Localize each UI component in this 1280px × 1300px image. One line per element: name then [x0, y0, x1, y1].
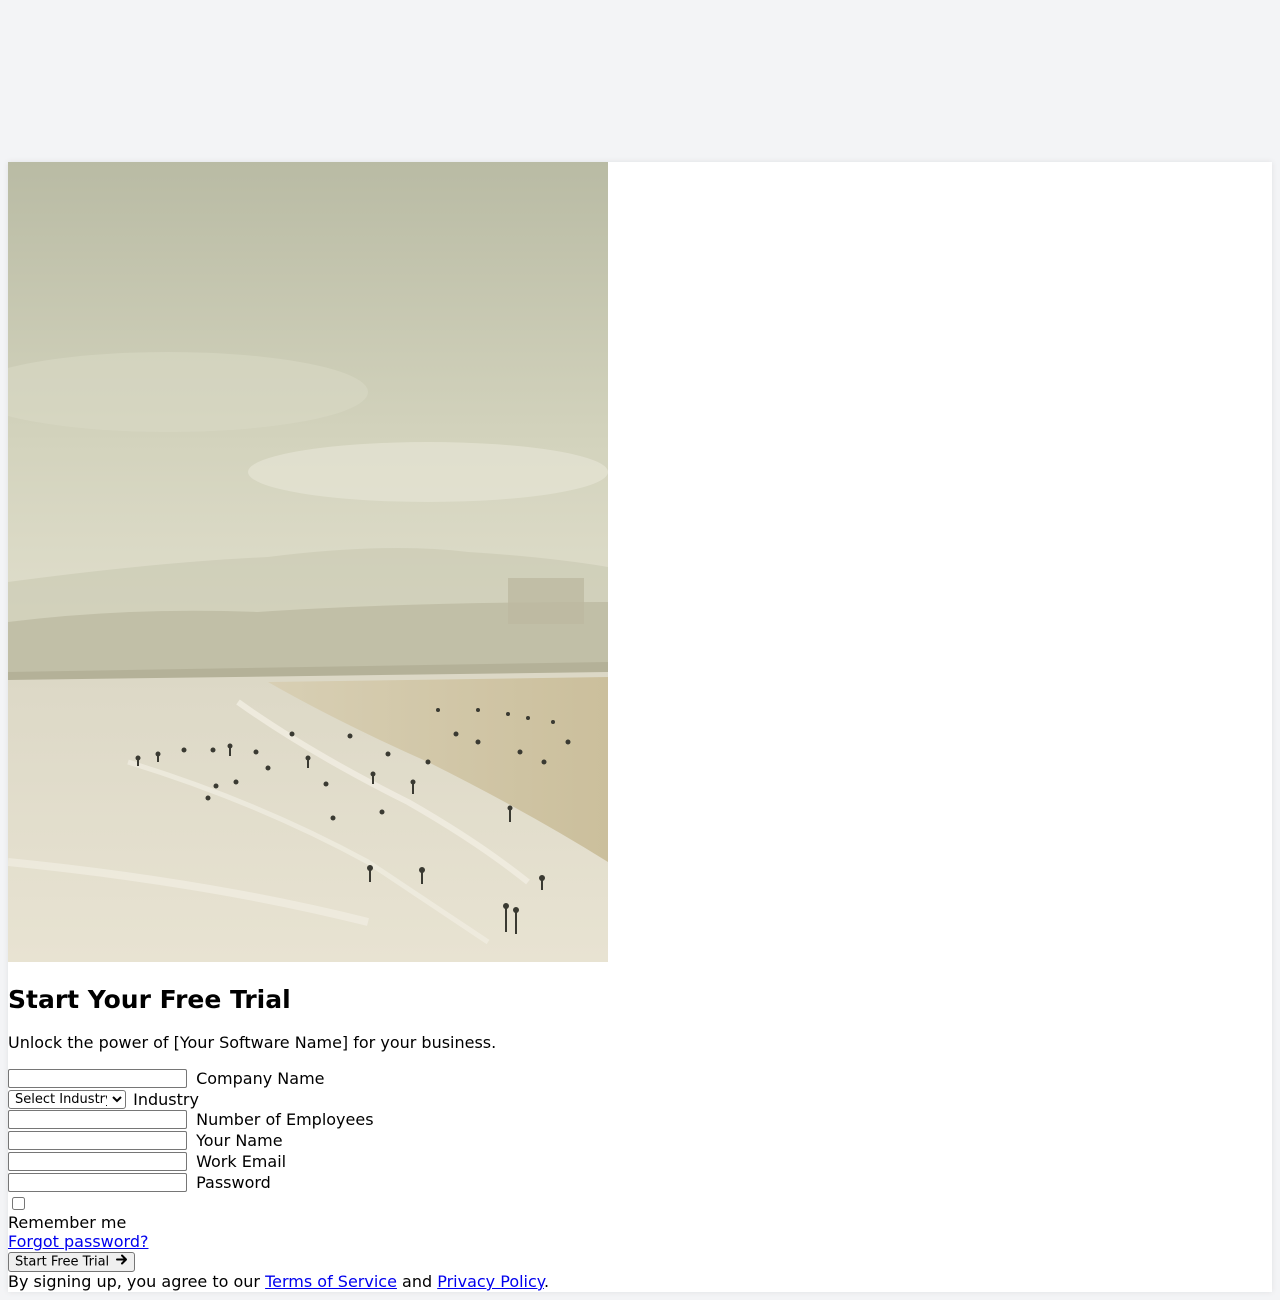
form-content: Start Your Free Trial Unlock the power o…	[8, 0, 1272, 1300]
company-name-input[interactable]	[8, 1069, 187, 1088]
your-name-input[interactable]	[8, 1131, 187, 1150]
privacy-policy-link[interactable]: Privacy Policy	[437, 1272, 544, 1291]
employees-input[interactable]	[8, 1110, 187, 1129]
terms-of-service-link[interactable]: Terms of Service	[265, 1272, 397, 1291]
company-name-label: Company Name	[196, 1069, 325, 1088]
password-label: Password	[196, 1173, 271, 1192]
work-email-input[interactable]	[8, 1152, 187, 1171]
remember-label: Remember me	[8, 1213, 127, 1232]
employees-row: Number of Employees	[8, 1109, 374, 1129]
industry-select[interactable]: Select Industry	[8, 1090, 126, 1109]
start-trial-button[interactable]: Start Free Trial	[8, 1252, 136, 1272]
password-input[interactable]	[8, 1173, 187, 1192]
page-title: Start Your Free Trial	[8, 985, 291, 1014]
terms-and: and	[396, 1272, 438, 1291]
employees-label: Number of Employees	[196, 1110, 374, 1129]
terms-suffix: .	[543, 1272, 550, 1291]
forgot-password-link[interactable]: Forgot password?	[8, 1232, 148, 1251]
page-subtitle: Unlock the power of [Your Software Name]…	[8, 1033, 497, 1052]
terms-text: By signing up, you agree to our Terms of…	[8, 1272, 549, 1291]
terms-prefix: By signing up, you agree to our	[8, 1272, 266, 1291]
remember-checkbox[interactable]	[12, 1197, 25, 1210]
industry-label: Industry	[133, 1090, 199, 1109]
your-name-row: Your Name	[8, 1130, 283, 1150]
work-email-label: Work Email	[196, 1152, 287, 1171]
industry-row: Select Industry Industry	[8, 1089, 199, 1109]
work-email-row: Work Email	[8, 1151, 286, 1171]
password-row: Password	[8, 1172, 271, 1192]
your-name-label: Your Name	[196, 1131, 283, 1150]
start-trial-label: Start Free Trial	[15, 1254, 110, 1270]
company-name-row: Company Name	[8, 1068, 325, 1088]
arrow-right-icon	[116, 1253, 128, 1271]
